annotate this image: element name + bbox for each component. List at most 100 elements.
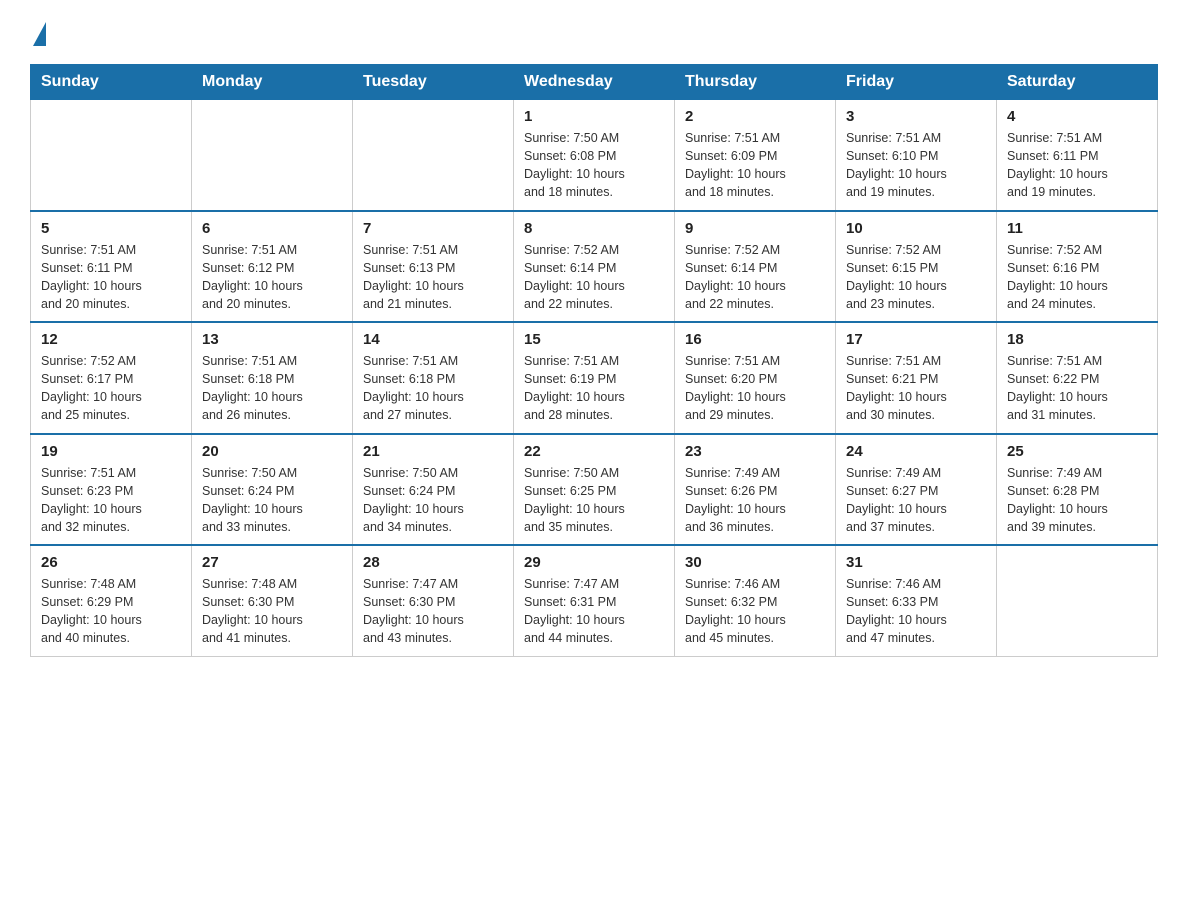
- day-info: Sunrise: 7:49 AM Sunset: 6:28 PM Dayligh…: [1007, 464, 1147, 537]
- calendar-cell: [31, 100, 192, 211]
- day-info: Sunrise: 7:49 AM Sunset: 6:26 PM Dayligh…: [685, 464, 825, 537]
- day-info: Sunrise: 7:51 AM Sunset: 6:09 PM Dayligh…: [685, 129, 825, 202]
- calendar-week-row: 12 Sunrise: 7:52 AM Sunset: 6:17 PM Dayli…: [31, 322, 1158, 434]
- day-info: Sunrise: 7:50 AM Sunset: 6:24 PM Dayligh…: [363, 464, 503, 537]
- day-info: Sunrise: 7:50 AM Sunset: 6:24 PM Dayligh…: [202, 464, 342, 537]
- calendar-cell: 19Sunrise: 7:51 AM Sunset: 6:23 PM Dayli…: [31, 434, 192, 546]
- day-number: 30: [685, 554, 825, 571]
- calendar-week-row: 19Sunrise: 7:51 AM Sunset: 6:23 PM Dayli…: [31, 434, 1158, 546]
- logo: [30, 20, 46, 44]
- header-wednesday: Wednesday: [514, 65, 675, 100]
- calendar-week-row: 26 Sunrise: 7:48 AM Sunset: 6:29 PM Dayli…: [31, 545, 1158, 656]
- calendar-cell: 14 Sunrise: 7:51 AM Sunset: 6:18 PM Dayli…: [353, 322, 514, 434]
- calendar-cell: 11 Sunrise: 7:52 AM Sunset: 6:16 PM Dayli…: [997, 211, 1158, 323]
- calendar-cell: 13 Sunrise: 7:51 AM Sunset: 6:18 PM Dayli…: [192, 322, 353, 434]
- day-info: Sunrise: 7:48 AM Sunset: 6:30 PM Dayligh…: [202, 575, 342, 648]
- calendar-cell: 10 Sunrise: 7:52 AM Sunset: 6:15 PM Dayli…: [836, 211, 997, 323]
- day-info: Sunrise: 7:50 AM Sunset: 6:08 PM Dayligh…: [524, 129, 664, 202]
- calendar-cell: 30Sunrise: 7:46 AM Sunset: 6:32 PM Dayli…: [675, 545, 836, 656]
- day-info: Sunrise: 7:51 AM Sunset: 6:10 PM Dayligh…: [846, 129, 986, 202]
- day-info: Sunrise: 7:51 AM Sunset: 6:19 PM Dayligh…: [524, 352, 664, 425]
- day-number: 8: [524, 220, 664, 237]
- calendar-cell: [997, 545, 1158, 656]
- day-number: 14: [363, 331, 503, 348]
- day-info: Sunrise: 7:51 AM Sunset: 6:11 PM Dayligh…: [41, 241, 181, 314]
- header-tuesday: Tuesday: [353, 65, 514, 100]
- day-number: 25: [1007, 443, 1147, 460]
- day-number: 5: [41, 220, 181, 237]
- day-number: 28: [363, 554, 503, 571]
- day-number: 23: [685, 443, 825, 460]
- day-number: 6: [202, 220, 342, 237]
- calendar-cell: 28 Sunrise: 7:47 AM Sunset: 6:30 PM Dayli…: [353, 545, 514, 656]
- day-number: 10: [846, 220, 986, 237]
- calendar-cell: 16 Sunrise: 7:51 AM Sunset: 6:20 PM Dayli…: [675, 322, 836, 434]
- calendar-cell: 22 Sunrise: 7:50 AM Sunset: 6:25 PM Dayli…: [514, 434, 675, 546]
- calendar-cell: [192, 100, 353, 211]
- day-number: 1: [524, 108, 664, 125]
- calendar-cell: 18 Sunrise: 7:51 AM Sunset: 6:22 PM Dayli…: [997, 322, 1158, 434]
- day-number: 9: [685, 220, 825, 237]
- calendar-cell: 26 Sunrise: 7:48 AM Sunset: 6:29 PM Dayli…: [31, 545, 192, 656]
- day-info: Sunrise: 7:51 AM Sunset: 6:13 PM Dayligh…: [363, 241, 503, 314]
- header-friday: Friday: [836, 65, 997, 100]
- day-info: Sunrise: 7:51 AM Sunset: 6:20 PM Dayligh…: [685, 352, 825, 425]
- calendar-cell: 15Sunrise: 7:51 AM Sunset: 6:19 PM Dayli…: [514, 322, 675, 434]
- day-info: Sunrise: 7:52 AM Sunset: 6:15 PM Dayligh…: [846, 241, 986, 314]
- day-info: Sunrise: 7:51 AM Sunset: 6:18 PM Dayligh…: [202, 352, 342, 425]
- calendar-table: SundayMondayTuesdayWednesdayThursdayFrid…: [30, 64, 1158, 657]
- calendar-week-row: 5 Sunrise: 7:51 AM Sunset: 6:11 PM Daylig…: [31, 211, 1158, 323]
- calendar-cell: 29Sunrise: 7:47 AM Sunset: 6:31 PM Dayli…: [514, 545, 675, 656]
- logo-triangle-icon: [33, 22, 46, 46]
- calendar-cell: 3Sunrise: 7:51 AM Sunset: 6:10 PM Daylig…: [836, 100, 997, 211]
- page-header: [30, 20, 1158, 44]
- day-number: 29: [524, 554, 664, 571]
- day-info: Sunrise: 7:50 AM Sunset: 6:25 PM Dayligh…: [524, 464, 664, 537]
- day-info: Sunrise: 7:51 AM Sunset: 6:21 PM Dayligh…: [846, 352, 986, 425]
- day-number: 27: [202, 554, 342, 571]
- day-info: Sunrise: 7:51 AM Sunset: 6:18 PM Dayligh…: [363, 352, 503, 425]
- calendar-cell: 8 Sunrise: 7:52 AM Sunset: 6:14 PM Daylig…: [514, 211, 675, 323]
- day-info: Sunrise: 7:52 AM Sunset: 6:14 PM Dayligh…: [685, 241, 825, 314]
- day-info: Sunrise: 7:47 AM Sunset: 6:30 PM Dayligh…: [363, 575, 503, 648]
- day-info: Sunrise: 7:52 AM Sunset: 6:14 PM Dayligh…: [524, 241, 664, 314]
- day-number: 16: [685, 331, 825, 348]
- day-number: 7: [363, 220, 503, 237]
- day-info: Sunrise: 7:52 AM Sunset: 6:17 PM Dayligh…: [41, 352, 181, 425]
- day-info: Sunrise: 7:51 AM Sunset: 6:23 PM Dayligh…: [41, 464, 181, 537]
- calendar-cell: 4Sunrise: 7:51 AM Sunset: 6:11 PM Daylig…: [997, 100, 1158, 211]
- calendar-week-row: 1 Sunrise: 7:50 AM Sunset: 6:08 PM Daylig…: [31, 100, 1158, 211]
- calendar-cell: 21 Sunrise: 7:50 AM Sunset: 6:24 PM Dayli…: [353, 434, 514, 546]
- header-saturday: Saturday: [997, 65, 1158, 100]
- day-info: Sunrise: 7:49 AM Sunset: 6:27 PM Dayligh…: [846, 464, 986, 537]
- day-number: 12: [41, 331, 181, 348]
- day-number: 18: [1007, 331, 1147, 348]
- header-monday: Monday: [192, 65, 353, 100]
- calendar-cell: 25 Sunrise: 7:49 AM Sunset: 6:28 PM Dayli…: [997, 434, 1158, 546]
- calendar-cell: 7 Sunrise: 7:51 AM Sunset: 6:13 PM Daylig…: [353, 211, 514, 323]
- header-sunday: Sunday: [31, 65, 192, 100]
- day-number: 24: [846, 443, 986, 460]
- day-info: Sunrise: 7:51 AM Sunset: 6:12 PM Dayligh…: [202, 241, 342, 314]
- day-info: Sunrise: 7:46 AM Sunset: 6:33 PM Dayligh…: [846, 575, 986, 648]
- day-number: 13: [202, 331, 342, 348]
- day-info: Sunrise: 7:51 AM Sunset: 6:22 PM Dayligh…: [1007, 352, 1147, 425]
- calendar-cell: 27 Sunrise: 7:48 AM Sunset: 6:30 PM Dayli…: [192, 545, 353, 656]
- day-number: 11: [1007, 220, 1147, 237]
- calendar-cell: 12 Sunrise: 7:52 AM Sunset: 6:17 PM Dayli…: [31, 322, 192, 434]
- calendar-cell: 9 Sunrise: 7:52 AM Sunset: 6:14 PM Daylig…: [675, 211, 836, 323]
- calendar-cell: 6 Sunrise: 7:51 AM Sunset: 6:12 PM Daylig…: [192, 211, 353, 323]
- day-number: 26: [41, 554, 181, 571]
- calendar-cell: 2Sunrise: 7:51 AM Sunset: 6:09 PM Daylig…: [675, 100, 836, 211]
- day-number: 20: [202, 443, 342, 460]
- calendar-cell: 5 Sunrise: 7:51 AM Sunset: 6:11 PM Daylig…: [31, 211, 192, 323]
- day-number: 4: [1007, 108, 1147, 125]
- day-number: 21: [363, 443, 503, 460]
- day-info: Sunrise: 7:52 AM Sunset: 6:16 PM Dayligh…: [1007, 241, 1147, 314]
- day-number: 22: [524, 443, 664, 460]
- calendar-cell: 24 Sunrise: 7:49 AM Sunset: 6:27 PM Dayli…: [836, 434, 997, 546]
- calendar-cell: 1 Sunrise: 7:50 AM Sunset: 6:08 PM Daylig…: [514, 100, 675, 211]
- day-info: Sunrise: 7:48 AM Sunset: 6:29 PM Dayligh…: [41, 575, 181, 648]
- day-number: 31: [846, 554, 986, 571]
- calendar-header-row: SundayMondayTuesdayWednesdayThursdayFrid…: [31, 65, 1158, 100]
